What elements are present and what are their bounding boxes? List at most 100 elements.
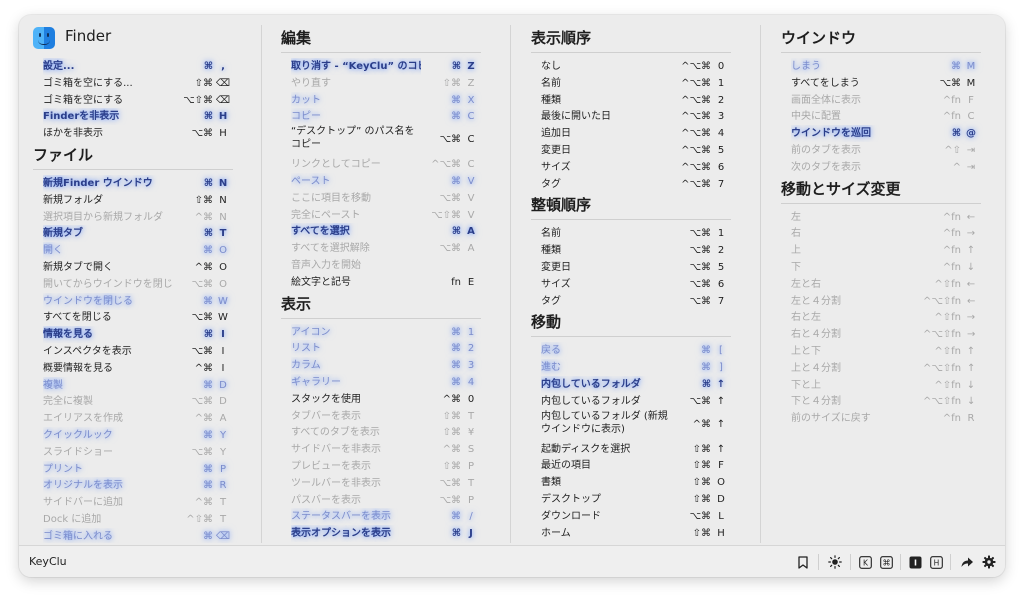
- shortcut-row[interactable]: なし ^⌥⌘ 0: [541, 58, 731, 75]
- shortcut-row[interactable]: すべてを選択解除 ⌥⌘ A: [291, 240, 481, 257]
- shortcut-row[interactable]: すべてのタブを表示 ⇧⌘ ¥: [291, 424, 481, 441]
- shortcut-row[interactable]: インスペクタを表示 ⌥⌘ I: [43, 343, 233, 360]
- shortcut-row[interactable]: 表示オプションを表示 ⌘ J: [291, 525, 481, 542]
- shortcut-row[interactable]: サイズ ^⌥⌘ 6: [541, 159, 731, 176]
- shortcut-row[interactable]: 内包しているフォルダ ⌘ ↑: [541, 376, 731, 393]
- shortcut-row[interactable]: エイリアスを作成 ^⌘ A: [43, 410, 233, 427]
- shortcut-row[interactable]: 複製 ⌘ D: [43, 377, 233, 394]
- shortcut-row[interactable]: 左と右 ^⇧fn ←: [791, 276, 981, 293]
- shortcut-row[interactable]: ほかを非表示 ⌥⌘ H: [43, 125, 233, 142]
- shortcut-row[interactable]: 下と４分割 ^⌥⇧fn ↓: [791, 393, 981, 410]
- shortcut-row[interactable]: 概要情報を見る ^⌘ I: [43, 360, 233, 377]
- shortcut-row[interactable]: 下と上 ^⇧fn ↓: [791, 377, 981, 394]
- shortcut-row[interactable]: 内包しているフォルダ ⌥⌘ ↑: [541, 393, 731, 410]
- shortcut-row[interactable]: 変更日 ⌥⌘ 5: [541, 259, 731, 276]
- shortcut-row[interactable]: 中央に配置 ^fn C: [791, 108, 981, 125]
- shortcut-row[interactable]: 左 ^fn ←: [791, 209, 981, 226]
- shortcut-row[interactable]: 音声入力を開始: [291, 257, 481, 274]
- shortcut-row[interactable]: サイズ ⌥⌘ 6: [541, 276, 731, 293]
- shortcut-row[interactable]: 上と４分割 ^⌥⇧fn ↑: [791, 360, 981, 377]
- shortcut-row[interactable]: 新規タブで開く ^⌘ O: [43, 259, 233, 276]
- shortcut-row[interactable]: やり直す ⇧⌘ Z: [291, 75, 481, 92]
- shortcut-row[interactable]: 名前 ^⌥⌘ 1: [541, 75, 731, 92]
- shortcut-row[interactable]: 右と左 ^⇧fn →: [791, 309, 981, 326]
- shortcut-row[interactable]: 名前 ⌥⌘ 1: [541, 225, 731, 242]
- shortcut-row[interactable]: しまう ⌘ M: [791, 58, 981, 75]
- shortcut-row[interactable]: 左と４分割 ^⌥⇧fn ←: [791, 293, 981, 310]
- shortcut-row[interactable]: 新規フォルダ ⇧⌘ N: [43, 192, 233, 209]
- shortcut-row[interactable]: ゴミ箱に入れる ⌘ ⌫: [43, 528, 233, 543]
- shortcut-row[interactable]: ゴミ箱を空にする... ⇧⌘ ⌫: [43, 75, 233, 92]
- shortcut-row[interactable]: 内包しているフォルダ (新規ウインドウに表示) ^⌘ ↑: [541, 410, 731, 440]
- info-box-icon[interactable]: I: [907, 554, 923, 570]
- shortcut-row[interactable]: パスバーを表示 ⌥⌘ P: [291, 492, 481, 509]
- shortcut-row[interactable]: ペースト ⌘ V: [291, 173, 481, 190]
- shortcut-row[interactable]: 絵文字と記号 fn E: [291, 274, 481, 291]
- shortcut-row[interactable]: Finderを非表示 ⌘ H: [43, 108, 233, 125]
- shortcut-row[interactable]: サイドバーを非表示 ^⌘ S: [291, 441, 481, 458]
- shortcut-row[interactable]: 変更日 ^⌥⌘ 5: [541, 142, 731, 159]
- bookmark-icon[interactable]: [795, 554, 811, 570]
- shortcut-row[interactable]: “デスクトップ” のパス名をコピー ⌥⌘ C: [291, 125, 481, 155]
- share-icon[interactable]: [959, 554, 975, 570]
- shortcut-row[interactable]: プレビューを表示 ⇧⌘ P: [291, 458, 481, 475]
- shortcut-row[interactable]: プリント ⌘ P: [43, 461, 233, 478]
- shortcut-row[interactable]: 起動ディスクを選択 ⇧⌘ ↑: [541, 441, 731, 458]
- shortcut-row[interactable]: 次のタブを表示 ^ ⇥: [791, 159, 981, 176]
- shortcut-row[interactable]: ここに項目を移動 ⌥⌘ V: [291, 190, 481, 207]
- shortcut-row[interactable]: 上 ^fn ↑: [791, 242, 981, 259]
- shortcut-row[interactable]: 最近の項目 ⇧⌘ F: [541, 457, 731, 474]
- shortcut-row[interactable]: すべてを選択 ⌘ A: [291, 223, 481, 240]
- shortcut-row[interactable]: 種類 ^⌥⌘ 2: [541, 92, 731, 109]
- shortcut-row[interactable]: ゴミ箱を空にする ⌥⇧⌘ ⌫: [43, 92, 233, 109]
- shortcut-row[interactable]: 画面全体に表示 ^fn F: [791, 92, 981, 109]
- command-key-icon[interactable]: ⌘: [878, 554, 894, 570]
- shortcut-row[interactable]: 右 ^fn →: [791, 225, 981, 242]
- shortcut-row[interactable]: ステータスバーを表示 ⌘ /: [291, 508, 481, 525]
- shortcut-row[interactable]: 前のサイズに戻す ^fn R: [791, 410, 981, 427]
- shortcut-row[interactable]: 新規Finder ウインドウ ⌘ N: [43, 175, 233, 192]
- shortcut-row[interactable]: 選択項目から新規フォルダ ^⌘ N: [43, 209, 233, 226]
- shortcut-row[interactable]: 上と下 ^⇧fn ↑: [791, 343, 981, 360]
- shortcut-row[interactable]: タグ ^⌥⌘ 7: [541, 176, 731, 193]
- shortcut-row[interactable]: 最後に開いた日 ^⌥⌘ 3: [541, 108, 731, 125]
- shortcut-row[interactable]: クイックルック ⌘ Y: [43, 427, 233, 444]
- shortcut-row[interactable]: すべてをしまう ⌥⌘ M: [791, 75, 981, 92]
- shortcut-row[interactable]: 種類 ⌥⌘ 2: [541, 242, 731, 259]
- brightness-icon[interactable]: [827, 554, 843, 570]
- shortcut-row[interactable]: ウインドウを閉じる ⌘ W: [43, 293, 233, 310]
- shortcut-row[interactable]: スタックを使用 ^⌘ 0: [291, 391, 481, 408]
- shortcut-row[interactable]: 開いてからウインドウを閉じる ⌥⌘ O: [43, 276, 233, 293]
- shortcut-row[interactable]: リスト ⌘ 2: [291, 340, 481, 357]
- shortcut-row[interactable]: Dock に追加 ^⇧⌘ T: [43, 511, 233, 528]
- shortcut-row[interactable]: 前のタブを表示 ^⇧ ⇥: [791, 142, 981, 159]
- shortcut-row[interactable]: カラム ⌘ 3: [291, 357, 481, 374]
- shortcut-row[interactable]: 開く ⌘ O: [43, 242, 233, 259]
- shortcut-row[interactable]: 右と４分割 ^⌥⇧fn →: [791, 326, 981, 343]
- shortcut-row[interactable]: コンピュータ⇧⌘C: [541, 541, 731, 543]
- shortcut-row[interactable]: コピー ⌘ C: [291, 108, 481, 125]
- shortcut-row[interactable]: タブバーを表示 ⇧⌘ T: [291, 408, 481, 425]
- gear-icon[interactable]: [981, 554, 997, 570]
- shortcut-row[interactable]: オリジナルを表示 ⌘ R: [43, 477, 233, 494]
- shortcut-row[interactable]: 書類 ⇧⌘ O: [541, 474, 731, 491]
- shortcut-row[interactable]: 進む ⌘]: [541, 359, 731, 376]
- shortcut-row[interactable]: ホーム ⇧⌘ H: [541, 525, 731, 542]
- help-box-icon[interactable]: H: [928, 554, 944, 570]
- shortcut-row[interactable]: 戻る ⌘[: [541, 342, 731, 359]
- shortcut-row[interactable]: デスクトップ ⇧⌘ D: [541, 491, 731, 508]
- shortcut-row[interactable]: タグ ⌥⌘ 7: [541, 293, 731, 310]
- shortcut-row[interactable]: サイドバーに追加 ^⌘ T: [43, 494, 233, 511]
- shortcut-row[interactable]: カット ⌘ X: [291, 92, 481, 109]
- shortcut-row[interactable]: 完全にペースト ⌥⇧⌘ V: [291, 207, 481, 224]
- shortcut-row[interactable]: ツールバーを非表示 ⌥⌘ T: [291, 475, 481, 492]
- shortcut-row[interactable]: アイコン ⌘ 1: [291, 324, 481, 341]
- shortcut-row[interactable]: リンクとしてコピー ^⌥⌘ C: [291, 156, 481, 173]
- shortcut-row[interactable]: ウインドウを巡回 ⌘ @: [791, 125, 981, 142]
- keyboard-k-icon[interactable]: K: [857, 554, 873, 570]
- shortcut-row[interactable]: 新規タブ ⌘ T: [43, 225, 233, 242]
- shortcut-row[interactable]: 取り消す - “KeyClu” のコピー⌘Z: [291, 58, 481, 75]
- shortcut-row[interactable]: ダウンロード ⌥⌘ L: [541, 508, 731, 525]
- shortcut-row[interactable]: 追加日 ^⌥⌘ 4: [541, 125, 731, 142]
- shortcut-row[interactable]: 完全に複製 ⌥⌘ D: [43, 393, 233, 410]
